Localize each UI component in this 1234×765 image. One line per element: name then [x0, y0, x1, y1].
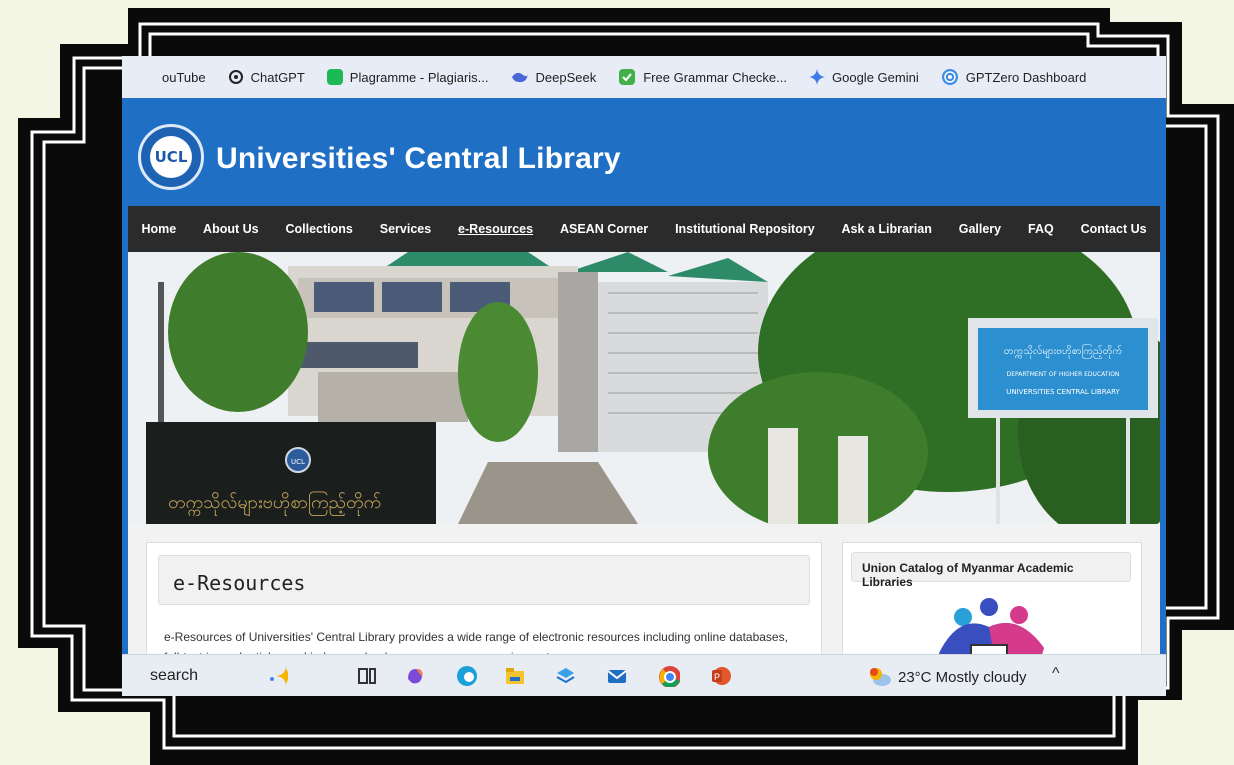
bookmark-chatgpt[interactable]: ChatGPT: [228, 69, 305, 85]
weather-text: 23°C Mostly cloudy: [898, 668, 1027, 686]
wall-sign-text: တက္ကသိုလ်များဗဟိုစာကြည့်တိုက်: [168, 491, 381, 516]
nav-gallery[interactable]: Gallery: [959, 222, 1001, 236]
taskbar: search P 23°C Mostly cloudy ^: [122, 654, 1166, 696]
copilot-icon[interactable]: [404, 665, 426, 687]
weather-widget[interactable]: 23°C Mostly cloudy: [868, 666, 1027, 688]
nav-ask-a-librarian[interactable]: Ask a Librarian: [842, 222, 932, 236]
chatgpt-icon: [228, 70, 243, 84]
bookmark-label: Plagramme - Plagiaris...: [349, 69, 489, 85]
plagramme-icon: [326, 69, 343, 85]
sign-myanmar-text: တက္ကသိုလ်များဗဟိုစာကြည့်တိုက်: [1004, 343, 1122, 359]
nav-e-resources[interactable]: e-Resources: [458, 222, 533, 236]
svg-text:P: P: [714, 672, 720, 682]
wall-logo-text: UCL: [291, 458, 305, 466]
bookmark-youtube[interactable]: ouTube: [162, 70, 206, 85]
cloudy-weather-icon: [870, 668, 891, 686]
nav-contact-us[interactable]: Contact Us: [1081, 222, 1147, 236]
bookmark-deepseek[interactable]: DeepSeek: [511, 69, 597, 85]
chrome-icon[interactable]: [658, 665, 680, 687]
library-building-photo: UCL တက္ကသိုလ်များဗဟိုစာကြည့်တိုက် တက္ကသိ…: [128, 252, 1160, 524]
sign-dept-text: DEPARTMENT OF HIGHER EDUCATION: [1007, 371, 1120, 378]
bookmark-label: ChatGPT: [250, 69, 305, 85]
task-view-icon[interactable]: [356, 665, 378, 687]
bookmark-label: Free Grammar Checke...: [643, 69, 787, 85]
gemini-icon: [809, 69, 825, 85]
app-icon[interactable]: [554, 665, 576, 687]
widget-title: Union Catalog of Myanmar Academic Librar…: [851, 552, 1131, 589]
nav-institutional-repository[interactable]: Institutional Repository: [675, 222, 815, 236]
nav-about-us[interactable]: About Us: [203, 222, 259, 236]
logo-text: UCL: [150, 136, 192, 178]
site-title[interactable]: Universities' Central Library: [216, 142, 621, 176]
copilot-sparkle-icon[interactable]: [266, 665, 288, 687]
bookmark-gemini[interactable]: Google Gemini: [809, 69, 919, 85]
bookmark-gptzero[interactable]: GPTZero Dashboard: [941, 68, 1087, 86]
nav-collections[interactable]: Collections: [285, 222, 352, 236]
nav-faq[interactable]: FAQ: [1028, 222, 1054, 236]
grammar-check-icon: [619, 69, 636, 85]
taskbar-search[interactable]: search: [150, 667, 198, 685]
hero-photo: UCL တက္ကသိုလ်များဗဟိုစာကြည့်တိုက် တက္ကသိ…: [128, 252, 1160, 524]
bookmark-label: ouTube: [162, 69, 206, 85]
bookmark-label: Google Gemini: [832, 69, 919, 85]
nav-services[interactable]: Services: [380, 222, 431, 236]
gptzero-icon: [941, 69, 958, 85]
mail-icon[interactable]: [606, 665, 628, 687]
sign-english-text: UNIVERSITIES CENTRAL LIBRARY: [1006, 388, 1120, 396]
bookmarks-bar: ouTube ChatGPT Plagramme - Plagiaris... …: [122, 56, 1166, 98]
page-title: e-Resources: [158, 555, 810, 605]
browser-screen: ouTube ChatGPT Plagramme - Plagiaris... …: [122, 56, 1166, 696]
bookmark-label: GPTZero Dashboard: [965, 69, 1087, 85]
chevron-up-icon[interactable]: ^: [1052, 665, 1060, 683]
nav-home[interactable]: Home: [141, 222, 176, 236]
main-nav: Home About Us Collections Services e-Res…: [128, 206, 1160, 252]
bookmark-grammar-checker[interactable]: Free Grammar Checke...: [618, 68, 787, 86]
bookmark-plagramme[interactable]: Plagramme - Plagiaris...: [326, 69, 489, 85]
site-header: UCL Universities' Central Library: [122, 98, 1166, 206]
edge-browser-icon[interactable]: [456, 665, 478, 687]
powerpoint-icon[interactable]: P: [710, 665, 732, 687]
bookmark-label: DeepSeek: [535, 69, 597, 85]
ucl-logo[interactable]: UCL: [138, 124, 204, 190]
deepseek-icon: [511, 72, 528, 83]
file-explorer-icon[interactable]: [504, 665, 526, 687]
nav-asean-corner[interactable]: ASEAN Corner: [560, 222, 648, 236]
